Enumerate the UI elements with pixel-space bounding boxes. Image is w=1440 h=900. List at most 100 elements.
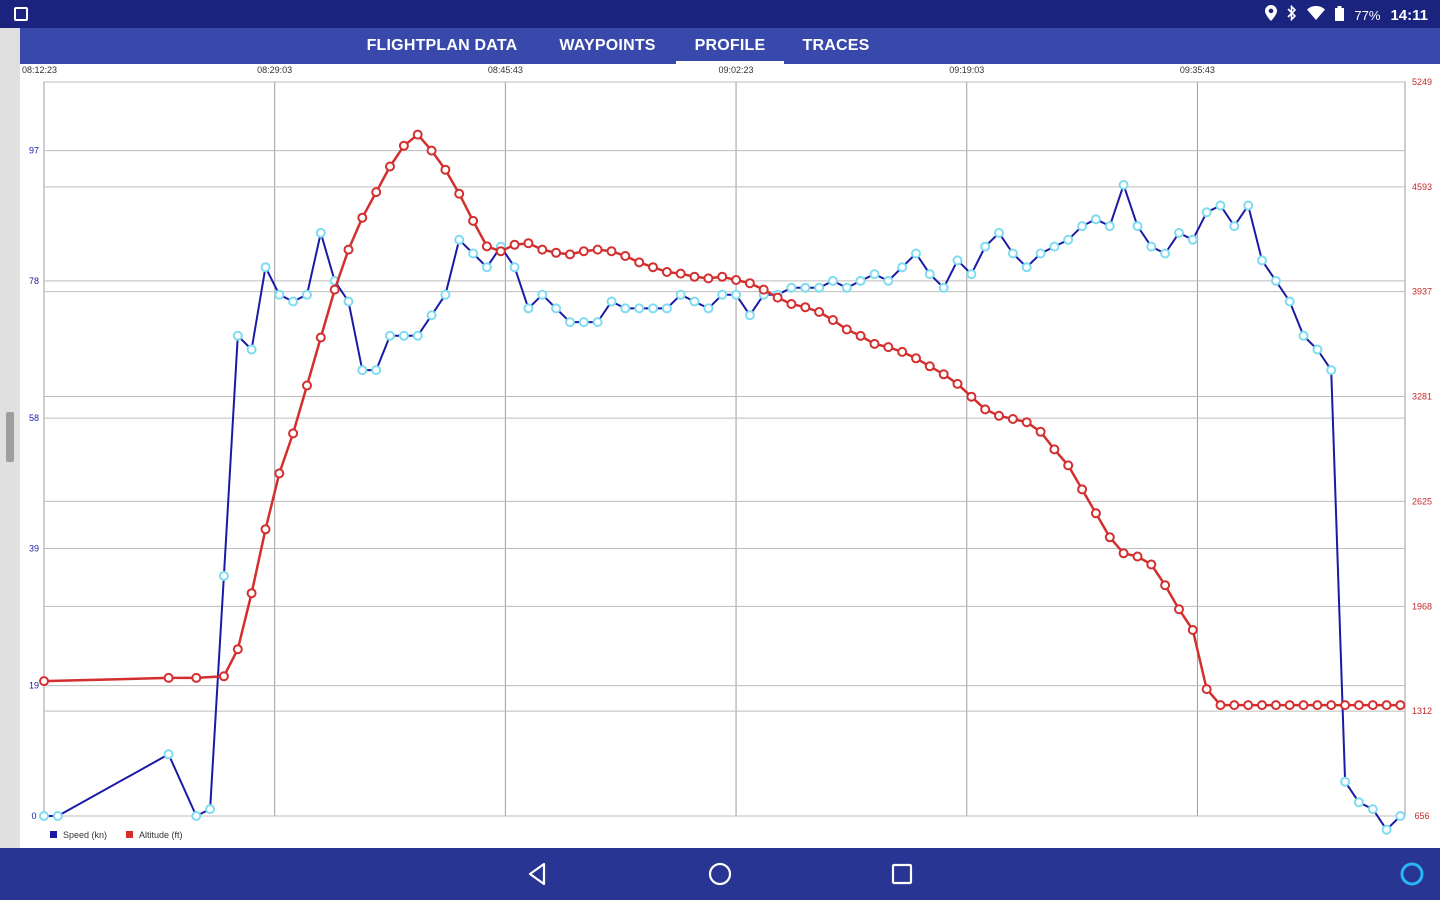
altitude-point (1312, 700, 1323, 711)
y-right-tick-label: 656 (1414, 811, 1429, 821)
speed-point (551, 303, 562, 314)
altitude-point (1063, 460, 1074, 471)
altitude-point (841, 324, 852, 335)
speed-point (205, 804, 216, 815)
speed-point (398, 330, 409, 341)
altitude-point (440, 164, 451, 175)
speed-point (1312, 344, 1323, 355)
x-tick-label: 08:29:03 (257, 65, 292, 75)
altitude-point (1367, 700, 1378, 711)
legend-swatch (126, 831, 133, 838)
altitude-point (1007, 414, 1018, 424)
speed-point (1340, 776, 1351, 787)
speed-point (592, 317, 603, 328)
assistant-icon[interactable] (1398, 860, 1426, 888)
y-left-tick-label: 39 (29, 543, 39, 553)
clock-time: 14:11 (1390, 6, 1428, 24)
speed-point (1090, 214, 1101, 225)
drawer-handle[interactable] (6, 412, 14, 462)
navigation-bar (0, 848, 1440, 900)
speed-point (827, 275, 838, 286)
altitude-point (454, 188, 465, 199)
speed-point (1326, 365, 1337, 376)
speed-point (952, 255, 963, 266)
altitude-point (357, 212, 368, 223)
speed-point (1049, 241, 1060, 252)
altitude-point (468, 215, 479, 226)
altitude-point (648, 262, 658, 273)
altitude-point (897, 346, 908, 357)
altitude-point (398, 140, 409, 151)
speed-point (634, 303, 645, 314)
tab-traces[interactable]: TRACES (801, 28, 871, 64)
speed-point (440, 289, 451, 300)
legend-label: Speed (kn) (63, 830, 107, 840)
altitude-point (869, 338, 880, 349)
speed-point (260, 262, 271, 273)
speed-point (841, 282, 852, 293)
altitude-point (163, 672, 174, 683)
speed-point (481, 262, 492, 273)
speed-point (1395, 811, 1406, 821)
speed-point (731, 289, 742, 300)
altitude-point (911, 353, 921, 364)
speed-point (966, 269, 977, 280)
speed-point (800, 282, 811, 293)
battery-percent: 77% (1354, 7, 1381, 23)
speed-point (744, 310, 755, 321)
altitude-point (288, 428, 299, 439)
back-icon[interactable] (524, 860, 552, 888)
altitude-point (509, 239, 520, 250)
speed-point (1035, 248, 1046, 259)
altitude-point (385, 161, 395, 172)
altitude-point (371, 187, 382, 198)
battery-icon (1335, 5, 1345, 25)
altitude-point (1160, 580, 1171, 591)
tab-flightplan-data[interactable]: FLIGHTPLAN DATA (362, 28, 522, 64)
speed-point (537, 289, 548, 300)
altitude-point (1049, 444, 1060, 455)
speed-point (1104, 221, 1115, 232)
altitude-point (952, 378, 963, 389)
speed-point (412, 330, 423, 341)
speed-point (232, 330, 243, 341)
speed-point (814, 282, 825, 293)
speed-point (52, 811, 63, 821)
altitude-point (758, 284, 769, 295)
legend-label: Altitude (ft) (139, 830, 183, 840)
recents-icon[interactable] (888, 860, 916, 888)
speed-point (343, 296, 354, 307)
status-icons: 77% 14:11 (1265, 4, 1428, 25)
speed-point (1381, 824, 1392, 835)
profile-chart: 08:12:23 08:29:03 08:45:43 09:02:23 09:19:03… (20, 64, 1440, 848)
altitude-point (744, 278, 755, 289)
y-right-tick-label: 4593 (1412, 182, 1432, 192)
altitude-point (827, 315, 838, 325)
altitude-point (620, 251, 631, 261)
x-tick-label: 08:12:23 (22, 65, 57, 75)
altitude-point (191, 672, 202, 683)
home-icon[interactable] (706, 860, 734, 888)
legend-swatch (50, 831, 57, 838)
tab-profile[interactable]: PROFILE (676, 28, 784, 64)
speed-point (1229, 221, 1240, 232)
speed-point (1284, 296, 1295, 307)
altitude-point (592, 244, 603, 255)
speed-point (938, 282, 949, 293)
altitude-point (302, 380, 312, 391)
y-right-tick-label: 1968 (1412, 601, 1432, 611)
altitude-point (786, 299, 797, 309)
speed-point (786, 282, 797, 293)
speed-point (675, 289, 686, 300)
altitude-point (1340, 700, 1351, 711)
y-right-tick-label: 5249 (1412, 77, 1432, 87)
speed-point (717, 289, 728, 300)
speed-point (1007, 248, 1018, 259)
y-left-tick-label: 78 (29, 276, 39, 286)
tab-waypoints[interactable]: WAYPOINTS (555, 28, 660, 64)
altitude-point (1090, 508, 1101, 519)
altitude-point (1035, 426, 1046, 437)
altitude-point (814, 307, 825, 317)
altitude-point (246, 588, 257, 599)
speed-point (689, 296, 700, 307)
